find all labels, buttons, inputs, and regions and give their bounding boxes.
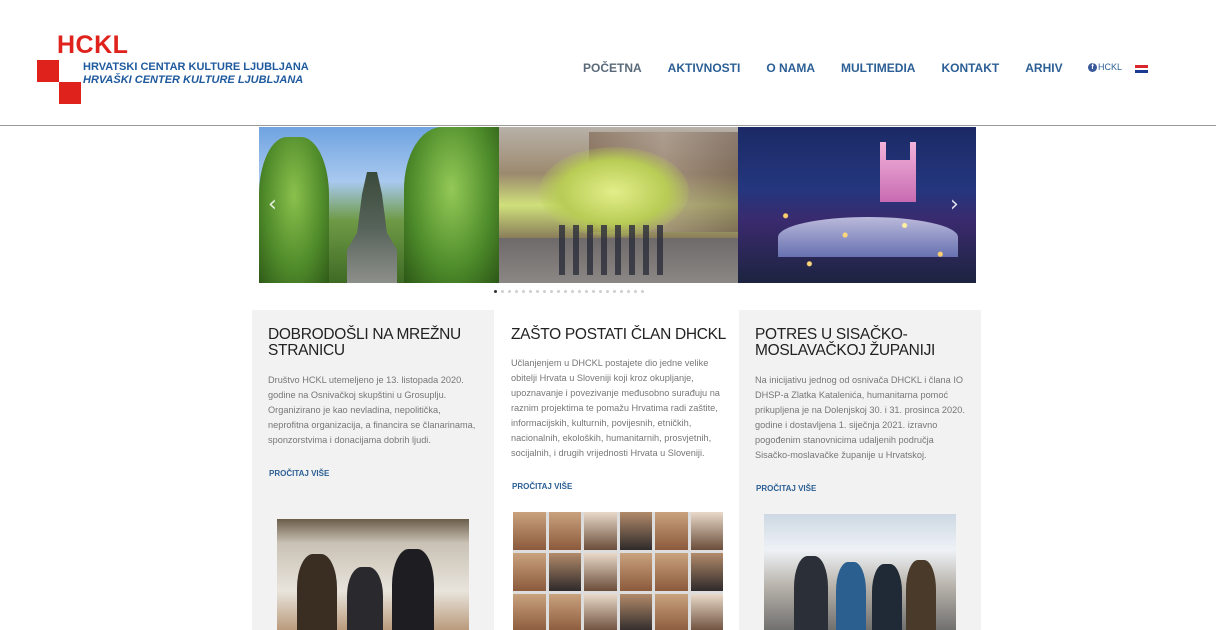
slider-dot[interactable] [557,290,560,293]
site-logo[interactable]: HCKL HRVATSKI CENTAR KULTURE LJUBLJANA H… [37,31,337,113]
read-more-link[interactable]: PROČITAJ VIŠE [756,484,816,493]
slider-dot[interactable] [634,290,637,293]
logo-line-2: HRVAŠKI CENTER KULTURE LJUBLJANA [83,74,304,86]
slider-dot[interactable] [599,290,602,293]
slider-dot[interactable] [536,290,539,293]
card-body: Učlanjenjem u DHCKL postajete dio jedne … [511,358,720,458]
slide-image-street [499,127,738,283]
card-body: Društvo HCKL utemeljeno je 13. listopada… [268,375,476,445]
slide-image-statue [259,127,499,283]
logo-brand: HCKL [57,31,129,59]
chevron-right-icon[interactable]: › [950,192,959,217]
nav-pocetna[interactable]: POČETNA [583,61,642,75]
slider-dot[interactable] [550,290,553,293]
image-slider [259,127,976,283]
card-photo[interactable] [764,514,956,630]
slider-dot[interactable] [620,290,623,293]
chevron-left-icon[interactable]: ‹ [268,192,277,217]
nav-multimedia[interactable]: MULTIMEDIA [841,61,915,75]
slider-dot[interactable] [543,290,546,293]
main-nav: POČETNA AKTIVNOSTI O NAMA MULTIMEDIA KON… [583,61,1089,75]
card-body: Na inicijativu jednog od osnivača DHCKL … [755,375,965,460]
card-title: ZAŠTO POSTATI ČLAN DHCKL [511,326,727,343]
card-photo[interactable] [277,519,469,630]
nav-arhiv[interactable]: ARHIV [1025,61,1062,75]
logo-square [37,60,59,82]
nav-o-nama[interactable]: O NAMA [766,61,815,75]
slider-dot[interactable] [571,290,574,293]
slider-dot[interactable] [508,290,511,293]
card-welcome: DOBRODOŠLI NA MREŽNU STRANICU Društvo HC… [252,310,494,630]
logo-square [59,82,81,104]
card-title: POTRES U SISAČKO-MOSLAVAČKOJ ŽUPANIJI [755,326,936,359]
slider-dot[interactable] [515,290,518,293]
slider-dot[interactable] [641,290,644,293]
site-header: HCKL HRVATSKI CENTAR KULTURE LJUBLJANA H… [0,0,1216,126]
facebook-label: HCKL [1098,62,1123,72]
slider-dot[interactable] [522,290,525,293]
card-membership: ZAŠTO POSTATI ČLAN DHCKL Učlanjenjem u D… [495,310,738,630]
slider-dot[interactable] [613,290,616,293]
facebook-icon: f [1088,62,1097,72]
slider-dot[interactable] [501,290,504,293]
slider-dot[interactable] [585,290,588,293]
logo-line-1: HRVATSKI CENTAR KULTURE LJUBLJANA [83,61,309,73]
card-photo-collage[interactable] [513,512,723,630]
slider-dot[interactable] [578,290,581,293]
slider-dot[interactable] [529,290,532,293]
nav-kontakt[interactable]: KONTAKT [941,61,999,75]
read-more-link[interactable]: PROČITAJ VIŠE [269,469,329,478]
nav-aktivnosti[interactable]: AKTIVNOSTI [668,61,741,75]
logo-square [59,60,81,82]
slider-dots [494,290,644,293]
slider-dot[interactable] [564,290,567,293]
slider-dot[interactable] [627,290,630,293]
read-more-link[interactable]: PROČITAJ VIŠE [512,482,572,491]
slider-dot[interactable] [592,290,595,293]
slider-dot[interactable] [606,290,609,293]
slider-dot[interactable] [494,290,497,293]
croatia-flag-icon[interactable] [1135,65,1148,73]
card-earthquake: POTRES U SISAČKO-MOSLAVAČKOJ ŽUPANIJI Na… [739,310,981,630]
facebook-link[interactable]: f HCKL [1088,62,1122,72]
card-title: DOBRODOŠLI NA MREŽNU STRANICU [268,326,461,359]
slide-image-night [738,127,976,283]
